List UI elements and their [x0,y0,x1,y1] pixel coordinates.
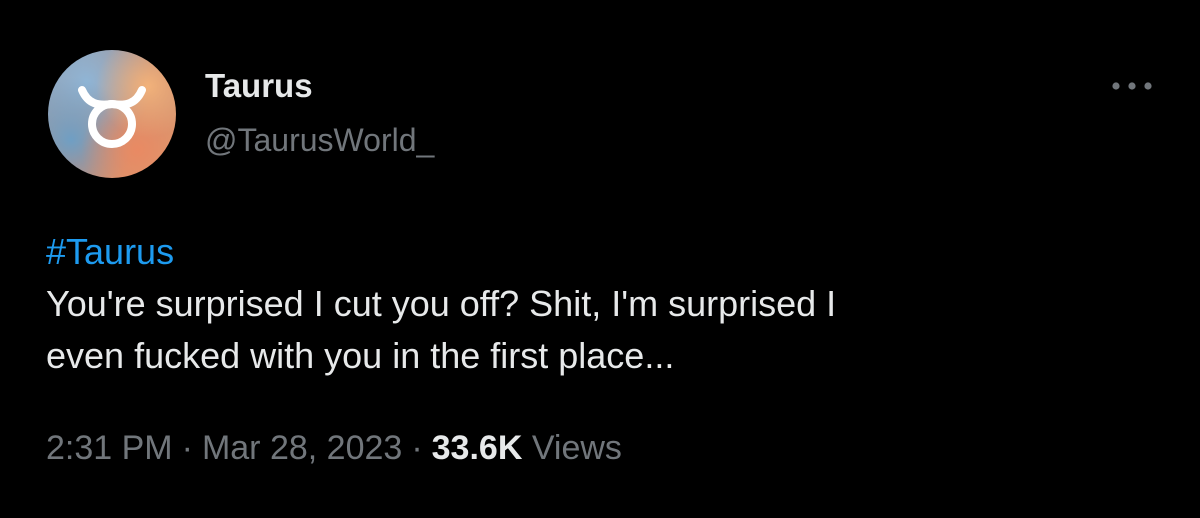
avatar[interactable] [48,50,176,178]
tweet-meta: 2:31 PM · Mar 28, 2023 · 33.6K Views [46,426,622,470]
meta-separator: · [181,429,193,467]
taurus-symbol-icon [78,86,146,148]
meta-separator: · [411,429,423,467]
hashtag-link[interactable]: #Taurus [46,226,1146,278]
tweet-text: You're surprised I cut you off? Shit, I'… [46,283,837,376]
views-label: Views [531,429,622,467]
user-handle[interactable]: @TaurusWorld_ [205,120,434,160]
tweet-card: Taurus @TaurusWorld_ #Taurus You're surp… [0,0,1200,518]
tweet-date[interactable]: Mar 28, 2023 [202,429,402,467]
more-horizontal-icon [1112,82,1152,90]
display-name[interactable]: Taurus [205,66,313,106]
tweet-body: #Taurus You're surprised I cut you off? … [46,226,1146,382]
more-options-button[interactable] [1108,68,1156,104]
tweet-time[interactable]: 2:31 PM [46,429,173,467]
views-count[interactable]: 33.6K [432,429,523,467]
